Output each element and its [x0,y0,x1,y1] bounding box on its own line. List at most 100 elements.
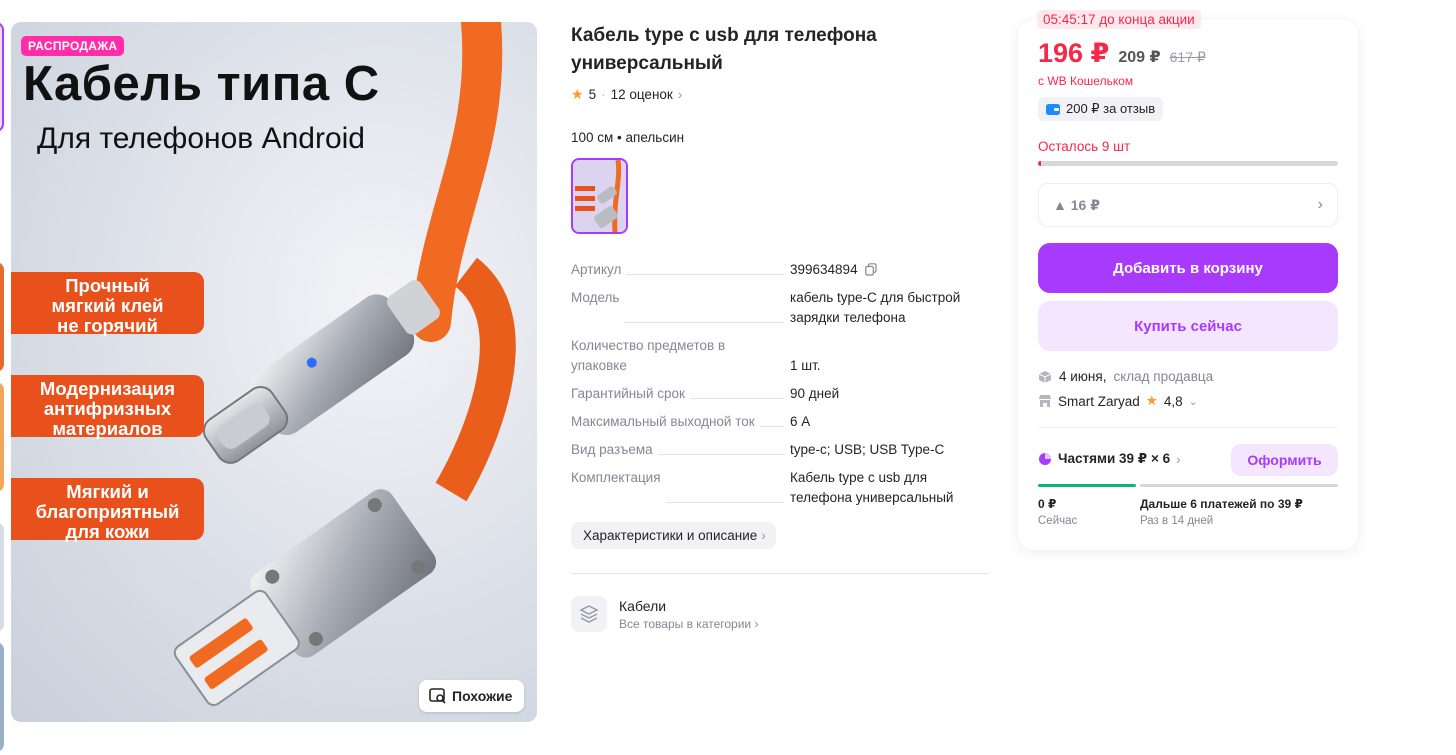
stock-progress-fill [1038,161,1041,166]
spec-value: кабель type-C для быстрой зарядки телефо… [790,290,961,325]
category-all-label: Все товары в категории [619,616,752,631]
article-number: 399634894 [790,262,858,277]
chevron-right-icon: › [1176,451,1181,467]
gallery-thumbnail[interactable] [0,642,4,752]
feature-label: Прочный мягкий клей не горячий [11,272,204,336]
review-bonus-badge[interactable]: 200 ₽ за отзыв [1038,97,1164,121]
delivery-info: 4 июня, склад продавца [1038,369,1213,384]
star-icon: ★ [1145,393,1158,408]
buy-card: 196 ₽ 209 ₽ 617 ₽ с WB Кошельком 200 ₽ з… [1018,20,1358,550]
category-all-link[interactable]: Все товары в категории › [619,617,758,631]
review-bonus-label: 200 ₽ за отзыв [1066,101,1156,116]
gallery-thumbnail[interactable] [0,262,4,372]
shop-icon [1039,395,1051,407]
spec-row: Артикул 399634894 [571,260,991,280]
spec-value-article[interactable]: 399634894 [790,260,990,280]
installments-label: Частями 39 ₽ × 6 [1058,451,1171,466]
feature-label: Мягкий и благоприятный для кожи [11,478,204,542]
payment-bar-now [1038,484,1136,487]
product-title: Кабель type c usb для телефона универсал… [571,25,877,74]
stock-progress-bar [1038,161,1338,166]
add-to-cart-button[interactable]: Добавить в корзину [1038,243,1338,293]
regular-price: 209 ₽ [1118,49,1161,66]
buy-now-button[interactable]: Купить сейчас [1038,301,1338,351]
wallet-icon [1046,103,1060,115]
spec-row: Комплектация Кабель type c usb для телеф… [571,468,991,508]
product-page: РАСПРОДАЖА Кабель типа С Для телефонов A… [0,0,1456,755]
image-search-icon [429,688,446,704]
specs-description-label: Характеристики и описание [583,528,758,543]
sale-badge: РАСПРОДАЖА [21,36,125,56]
price-history-button[interactable]: ▲ 16 ₽ › [1038,183,1338,227]
gallery-thumbnail[interactable] [0,522,4,632]
spec-key: Модель [571,288,624,328]
pay-now-caption: Сейчас [1038,515,1078,527]
chevron-right-icon: › [677,87,683,102]
color-swatch-selected[interactable] [571,158,628,234]
spec-key: Артикул [571,260,626,280]
box-icon [1038,370,1052,383]
spec-row: Количество предметов в упаковке 1 шт. [571,336,991,376]
divider [571,573,989,574]
star-icon: ★ [571,86,584,102]
apply-installments-button[interactable]: Оформить [1231,444,1338,476]
delivery-source: склад продавца [1113,369,1214,384]
thumbnail-strip [0,22,4,752]
pie-icon [1039,453,1051,465]
spec-value: type-c; USB; USB Type-C [790,442,945,457]
reviews-count[interactable]: 12 оценок [611,87,673,102]
spec-key: Комплектация [571,468,665,508]
spec-key: Вид разъема [571,440,657,460]
spec-value: 90 дней [790,386,840,401]
category-name: Кабели [619,597,667,614]
spec-value: 1 шт. [790,358,821,373]
spec-key: Максимальный выходной ток [571,412,759,432]
spec-row: Гарантийный срок 90 дней [571,384,991,404]
spec-value: 6 А [790,414,811,429]
divider [1038,427,1338,428]
stock-remaining: Осталось 9 шт [1038,139,1131,154]
seller-info[interactable]: Smart Zaryad ★ 4,8 ⌄ [1038,393,1198,409]
image-headline: Кабель типа С [23,57,380,111]
gallery-thumbnail[interactable] [0,22,4,132]
price-change: ▲ 16 ₽ [1053,196,1100,213]
product-main-image[interactable]: РАСПРОДАЖА Кабель типа С Для телефонов A… [11,22,537,722]
copy-icon[interactable] [865,263,877,276]
seller-name[interactable]: Smart Zaryad [1058,394,1140,409]
specs-table: Артикул 399634894 Модель кабель type-C д… [571,260,991,508]
spec-key: Гарантийный срок [571,384,689,404]
old-price: 617 ₽ [1169,49,1206,65]
similar-products-label: Похожие [452,688,513,704]
wallet-note[interactable]: с WB Кошельком [1038,74,1133,88]
layers-icon [579,605,599,623]
specs-description-button[interactable]: Характеристики и описание › [571,522,776,549]
variant-label: 100 см • апельсин [571,130,685,145]
wallet-price: 196 ₽ [1038,38,1110,68]
gallery-thumbnail[interactable] [0,382,4,492]
spec-row: Максимальный выходной ток 6 А [571,412,991,432]
swatch-thumbnail [573,160,626,232]
category-link[interactable]: Кабели Все товары в категории › [571,596,991,632]
rating-row[interactable]: ★ 5 · 12 оценок › [571,86,991,103]
chevron-right-icon: › [754,616,759,631]
product-info: Кабель type c usb для телефона универсал… [571,22,991,632]
spec-row: Модель кабель type-C для быстрой зарядки… [571,288,991,328]
price-row: 196 ₽ 209 ₽ 617 ₽ [1038,38,1206,69]
delivery-date: 4 июня, [1059,369,1107,384]
image-subheadline: Для телефонов Android [37,122,365,155]
seller-rating: 4,8 [1163,393,1183,409]
spec-value: Кабель type c usb для телефона универсал… [790,470,954,505]
similar-products-button[interactable]: Похожие [419,680,525,712]
promo-timer: 05:45:17 до конца акции [1037,10,1201,29]
installments-link[interactable]: Частями 39 ₽ × 6 › [1038,451,1181,467]
chevron-right-icon: › [761,528,766,543]
separator-dot: · [601,87,606,102]
rating-value: 5 [588,87,597,102]
pay-later-amount: Дальше 6 платежей по 39 ₽ [1140,497,1303,511]
chevron-down-icon[interactable]: ⌄ [1189,395,1198,408]
category-icon [571,596,607,632]
pay-later-caption: Раз в 14 дней [1140,515,1214,527]
spec-key: Количество предметов в упаковке [571,336,741,376]
chevron-right-icon: › [1317,196,1323,213]
spec-row: Вид разъема type-c; USB; USB Type-C [571,440,991,460]
